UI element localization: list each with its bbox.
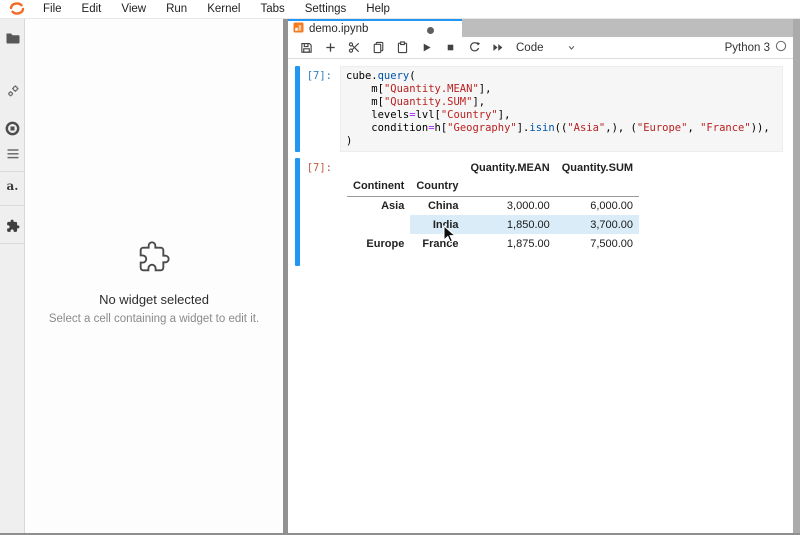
menu-file[interactable]: File (33, 3, 72, 15)
index-header-row: Continent Country (347, 177, 639, 196)
menu-settings[interactable]: Settings (295, 3, 357, 15)
mouse-cursor (443, 225, 456, 248)
menu-run[interactable]: Run (156, 3, 197, 15)
menu-view[interactable]: View (111, 3, 156, 15)
menu-edit[interactable]: Edit (72, 3, 112, 15)
output-area: Quantity.MEAN Quantity.SUM Continent Cou… (340, 158, 783, 266)
unsaved-changes-dot[interactable] (427, 27, 434, 34)
output-prompt: [7]: (300, 158, 332, 266)
copy-cells-button[interactable] (366, 39, 390, 57)
kernel-indicator[interactable]: Python 3 (725, 39, 787, 57)
code-cell: [7]: cube.query( m["Quantity.MEAN"], m["… (288, 66, 793, 152)
code-line: ) (346, 135, 777, 148)
interrupt-kernel-button[interactable] (438, 39, 462, 57)
col-header-quantity-mean: Quantity.MEAN (465, 158, 556, 177)
table-header-row: Quantity.MEAN Quantity.SUM (347, 158, 639, 177)
chevron-down-icon (566, 42, 577, 53)
table-row: Asia China 3,000.00 6,000.00 (347, 196, 639, 215)
table-row-hovered: India 1,850.00 3,700.00 (347, 215, 639, 234)
col-header-quantity-sum: Quantity.SUM (556, 158, 639, 177)
window-edge-strip (793, 19, 800, 535)
notebook-cells: [7]: cube.query( m["Quantity.MEAN"], m["… (288, 66, 793, 266)
cell-type-dropdown[interactable]: Code (516, 42, 577, 54)
notebook-file-icon (293, 20, 304, 38)
run-cell-button[interactable] (414, 39, 438, 57)
index-header-continent: Continent (347, 177, 410, 196)
paste-cells-button[interactable] (390, 39, 414, 57)
insert-cell-button[interactable] (318, 39, 342, 57)
dataframe-table: Quantity.MEAN Quantity.SUM Continent Cou… (347, 158, 639, 253)
menu-bar: File Edit View Run Kernel Tabs Settings … (0, 0, 800, 19)
run-all-button[interactable] (486, 39, 510, 57)
code-line: m["Quantity.SUM"], (346, 96, 777, 109)
atoti-logo-icon (7, 1, 27, 17)
cut-cells-button[interactable] (342, 39, 366, 57)
widget-puzzle-icon[interactable] (5, 218, 20, 233)
menu-tabs[interactable]: Tabs (250, 3, 294, 15)
sidebar-divider (0, 205, 24, 206)
tab-bar: demo.ipynb (288, 19, 793, 37)
stop-circle-icon[interactable] (5, 121, 20, 136)
running-kernels-icon[interactable] (5, 83, 20, 98)
menu-help[interactable]: Help (356, 3, 400, 15)
kernel-status-icon (775, 39, 787, 57)
puzzle-outline-icon (137, 260, 171, 277)
widget-panel-title: No widget selected (25, 292, 283, 307)
table-row: Europe France 1,875.00 7,500.00 (347, 234, 639, 253)
notebook-area: demo.ipynb (288, 19, 793, 533)
code-line: m["Quantity.MEAN"], (346, 83, 777, 96)
jupyterlab-window: File Edit View Run Kernel Tabs Settings … (0, 0, 800, 535)
sidebar-divider (0, 243, 24, 244)
code-line: condition=h["Geography"].isin(("Asia",),… (346, 122, 777, 135)
restart-kernel-button[interactable] (462, 39, 486, 57)
file-browser-icon[interactable] (5, 30, 20, 45)
table-of-contents-icon[interactable] (5, 146, 20, 161)
save-button[interactable] (294, 39, 318, 57)
index-header-country: Country (410, 177, 464, 196)
code-line: levels=lvl["Country"], (346, 109, 777, 122)
widget-editor-panel: No widget selected Select a cell contain… (25, 19, 283, 533)
code-line: cube.query( (346, 70, 777, 83)
cell-type-value: Code (516, 42, 544, 54)
tab-demo-ipynb[interactable]: demo.ipynb (288, 19, 462, 37)
code-editor[interactable]: cube.query( m["Quantity.MEAN"], m["Quant… (340, 66, 783, 152)
input-prompt: [7]: (300, 66, 332, 152)
atoti-tab-icon[interactable]: a. (5, 178, 20, 193)
tab-title: demo.ipynb (309, 23, 368, 35)
activity-sidebar: a. (0, 19, 25, 533)
kernel-name: Python 3 (725, 42, 770, 54)
output-cell: [7]: Quantity.MEAN Quantity.SUM Continen… (288, 158, 793, 266)
notebook-toolbar: Code Python 3 (288, 37, 793, 59)
sidebar-divider (0, 171, 24, 172)
menu-kernel[interactable]: Kernel (197, 3, 250, 15)
widget-panel-subtitle: Select a cell containing a widget to edi… (25, 313, 283, 325)
